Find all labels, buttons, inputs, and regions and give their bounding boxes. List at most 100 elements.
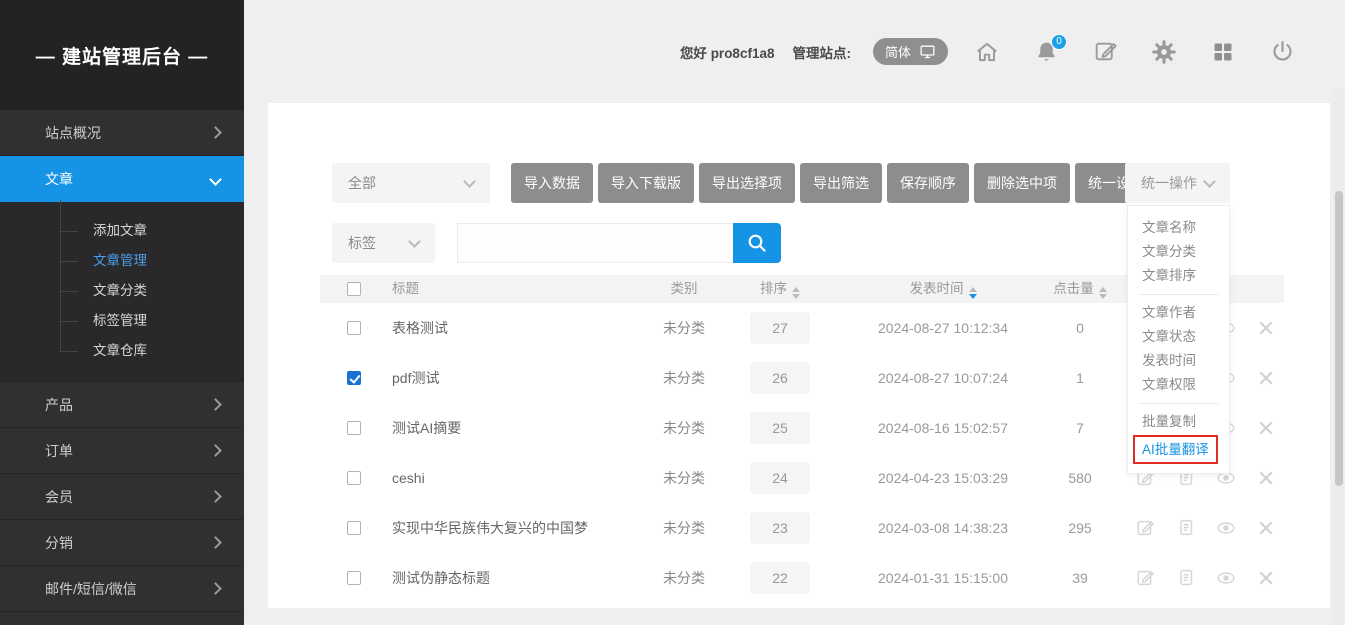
delete-x-icon[interactable] bbox=[1255, 417, 1277, 439]
menu-item-article-order[interactable]: 文章排序 bbox=[1128, 264, 1229, 288]
import-download-button[interactable]: 导入下载版 bbox=[598, 163, 694, 203]
unified-operations-dropdown[interactable]: 统一操作 bbox=[1125, 163, 1230, 203]
row-category: 未分类 bbox=[624, 403, 744, 453]
menu-item-ai-batch-translate[interactable]: AI批量翻译 bbox=[1133, 435, 1218, 464]
row-sort-value[interactable]: 24 bbox=[750, 462, 810, 494]
delete-x-icon[interactable] bbox=[1255, 567, 1277, 589]
submenu-item-add-article[interactable]: 添加文章 bbox=[0, 216, 244, 246]
sidebar-item-articles[interactable]: 文章 bbox=[0, 156, 244, 202]
sidebar-item-label: 订单 bbox=[45, 441, 73, 461]
submenu-item-article-warehouse[interactable]: 文章仓库 bbox=[0, 336, 244, 366]
row-date: 2024-08-27 10:07:24 bbox=[848, 353, 1038, 403]
apps-grid-icon[interactable] bbox=[1210, 39, 1236, 65]
table-row: 实现中华民族伟大复兴的中国梦 未分类 23 2024-03-08 14:38:2… bbox=[268, 503, 1330, 553]
row-checkbox[interactable] bbox=[347, 521, 361, 535]
delete-selected-button[interactable]: 删除选中项 bbox=[974, 163, 1070, 203]
row-checkbox[interactable] bbox=[347, 371, 361, 385]
row-checkbox[interactable] bbox=[347, 321, 361, 335]
sidebar-menu: 站点概况 文章 添加文章 文章管理 文章分类 标签管理 文章仓库 产品 订单 bbox=[0, 110, 244, 612]
menu-divider bbox=[1138, 294, 1219, 295]
logout-power-icon[interactable] bbox=[1269, 39, 1295, 65]
scrollbar-thumb[interactable] bbox=[1335, 191, 1343, 486]
save-order-button[interactable]: 保存顺序 bbox=[887, 163, 969, 203]
row-title[interactable]: 表格测试 bbox=[392, 303, 448, 353]
sidebar-item-distribution[interactable]: 分销 bbox=[0, 520, 244, 566]
row-title[interactable]: 实现中华民族伟大复兴的中国梦 bbox=[392, 503, 588, 553]
view-eye-icon[interactable] bbox=[1215, 517, 1237, 539]
delete-x-icon[interactable] bbox=[1255, 467, 1277, 489]
sidebar-item-orders[interactable]: 订单 bbox=[0, 428, 244, 474]
sidebar-item-mail-sms-wechat[interactable]: 邮件/短信/微信 bbox=[0, 566, 244, 612]
search-input[interactable] bbox=[457, 223, 733, 263]
submenu-item-article-category[interactable]: 文章分类 bbox=[0, 276, 244, 306]
category-filter-dropdown[interactable]: 全部 bbox=[332, 163, 490, 203]
chevron-right-icon bbox=[209, 536, 222, 549]
notifications-bell-icon[interactable]: 0 bbox=[1033, 39, 1059, 65]
sort-arrows-icon[interactable] bbox=[969, 287, 977, 299]
delete-x-icon[interactable] bbox=[1255, 517, 1277, 539]
row-clicks: 0 bbox=[1030, 303, 1130, 353]
menu-item-article-name[interactable]: 文章名称 bbox=[1128, 216, 1229, 240]
settings-gear-icon[interactable] bbox=[1151, 39, 1177, 65]
export-filtered-button[interactable]: 导出筛选 bbox=[800, 163, 882, 203]
search-button[interactable] bbox=[733, 223, 781, 263]
row-clicks: 580 bbox=[1030, 453, 1130, 503]
row-sort-value[interactable]: 26 bbox=[750, 362, 810, 394]
sort-arrows-icon[interactable] bbox=[1099, 287, 1107, 299]
col-clicks[interactable]: 点击量 bbox=[1030, 275, 1130, 303]
import-data-button[interactable]: 导入数据 bbox=[511, 163, 593, 203]
row-date: 2024-03-08 14:38:23 bbox=[848, 503, 1038, 553]
row-sort-value[interactable]: 23 bbox=[750, 512, 810, 544]
copy-icon[interactable] bbox=[1175, 567, 1197, 589]
submenu-item-article-manage[interactable]: 文章管理 bbox=[0, 246, 244, 276]
sidebar-item-label: 文章 bbox=[45, 169, 73, 189]
row-checkbox[interactable] bbox=[347, 571, 361, 585]
top-bar: 您好 pro8cf1a8 管理站点: 简体 0 bbox=[244, 0, 1345, 103]
sidebar-item-label: 分销 bbox=[45, 533, 73, 553]
compose-edit-icon[interactable] bbox=[1092, 39, 1118, 65]
view-eye-icon[interactable] bbox=[1215, 567, 1237, 589]
menu-item-batch-copy[interactable]: 批量复制 bbox=[1128, 410, 1229, 434]
row-title[interactable]: 测试伪静态标题 bbox=[392, 553, 490, 603]
tag-filter-dropdown[interactable]: 标签 bbox=[332, 223, 435, 263]
row-category: 未分类 bbox=[624, 353, 744, 403]
export-selected-button[interactable]: 导出选择项 bbox=[699, 163, 795, 203]
row-title[interactable]: ceshi bbox=[392, 453, 425, 503]
menu-item-article-author[interactable]: 文章作者 bbox=[1128, 301, 1229, 325]
home-icon[interactable] bbox=[974, 39, 1000, 65]
delete-x-icon[interactable] bbox=[1255, 367, 1277, 389]
col-date[interactable]: 发表时间 bbox=[848, 275, 1038, 303]
sidebar-item-label: 会员 bbox=[45, 487, 73, 507]
sidebar-item-members[interactable]: 会员 bbox=[0, 474, 244, 520]
row-checkbox[interactable] bbox=[347, 421, 361, 435]
menu-item-publish-time[interactable]: 发表时间 bbox=[1128, 349, 1229, 373]
row-category: 未分类 bbox=[624, 503, 744, 553]
sidebar-item-products[interactable]: 产品 bbox=[0, 382, 244, 428]
copy-icon[interactable] bbox=[1175, 517, 1197, 539]
chevron-down-icon bbox=[1203, 175, 1216, 188]
select-all-checkbox[interactable] bbox=[347, 282, 361, 296]
menu-item-article-permission[interactable]: 文章权限 bbox=[1128, 373, 1229, 397]
row-title[interactable]: 测试AI摘要 bbox=[392, 403, 461, 453]
row-sort-value[interactable]: 27 bbox=[750, 312, 810, 344]
chevron-down-icon bbox=[209, 173, 222, 186]
row-checkbox[interactable] bbox=[347, 471, 361, 485]
row-actions bbox=[1135, 517, 1277, 539]
row-clicks: 7 bbox=[1030, 403, 1130, 453]
col-sort[interactable]: 排序 bbox=[720, 275, 840, 303]
row-sort-value[interactable]: 25 bbox=[750, 412, 810, 444]
edit-icon[interactable] bbox=[1135, 517, 1157, 539]
sort-arrows-icon[interactable] bbox=[792, 287, 800, 299]
menu-item-article-category[interactable]: 文章分类 bbox=[1128, 240, 1229, 264]
language-switcher[interactable]: 简体 bbox=[873, 38, 948, 65]
chevron-down-icon bbox=[463, 175, 476, 188]
sidebar-item-site-overview[interactable]: 站点概况 bbox=[0, 110, 244, 156]
submenu-item-tag-manage[interactable]: 标签管理 bbox=[0, 306, 244, 336]
row-sort-value[interactable]: 22 bbox=[750, 562, 810, 594]
edit-icon[interactable] bbox=[1135, 567, 1157, 589]
delete-x-icon[interactable] bbox=[1255, 317, 1277, 339]
row-title[interactable]: pdf测试 bbox=[392, 353, 439, 403]
scrollbar-track[interactable] bbox=[1333, 88, 1345, 625]
menu-item-article-status[interactable]: 文章状态 bbox=[1128, 325, 1229, 349]
chevron-down-icon bbox=[408, 235, 421, 248]
